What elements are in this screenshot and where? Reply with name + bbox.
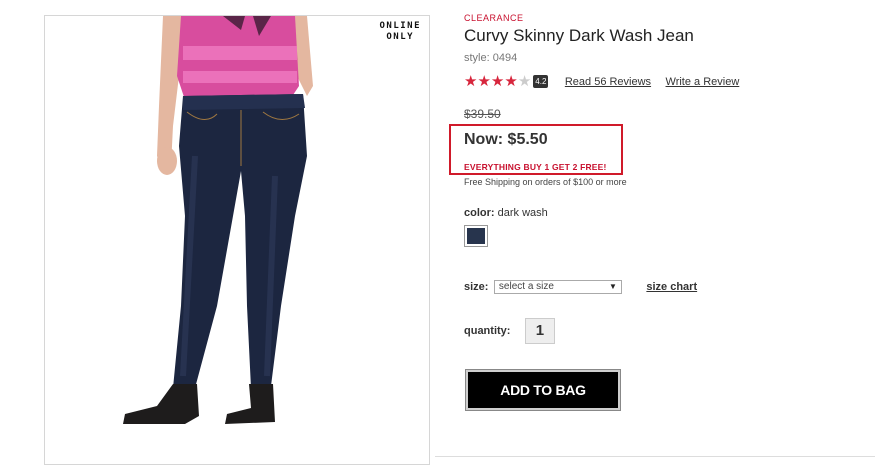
size-row: size: select a size ▼ size chart xyxy=(464,278,697,296)
star-icon: ★ xyxy=(464,73,478,91)
rating-row: ★★★★★ 4.2 Read 56 Reviews Write a Review xyxy=(464,73,739,91)
quantity-input[interactable]: 1 xyxy=(524,318,555,344)
color-label-key: color: xyxy=(464,207,495,219)
write-review-link[interactable]: Write a Review xyxy=(666,76,740,88)
star-icon: ★ xyxy=(504,73,518,91)
star-rating: ★★★★★ xyxy=(464,74,531,89)
add-to-bag-button[interactable]: ADD TO BAG xyxy=(466,370,620,410)
divider xyxy=(435,456,875,457)
size-chart-link[interactable]: size chart xyxy=(646,281,697,293)
star-icon: ★ xyxy=(490,73,505,91)
dropdown-arrow-icon: ▼ xyxy=(609,281,617,291)
original-price: $39.50 xyxy=(464,107,501,121)
badge-line-2: ONLY xyxy=(386,32,415,42)
product-image[interactable]: ONLINE ONLY xyxy=(44,15,430,465)
model-illustration xyxy=(123,16,313,424)
style-number: style: 0494 xyxy=(464,52,518,64)
size-label: size: xyxy=(464,280,489,293)
badge-line-1: ONLINE xyxy=(379,21,421,31)
quantity-row: quantity: 1 xyxy=(464,318,555,344)
swatch-fill xyxy=(467,228,485,244)
sale-price: Now: $5.50 xyxy=(464,131,548,148)
star-empty-icon: ★ xyxy=(517,73,532,91)
clearance-tag: CLEARANCE xyxy=(464,13,524,23)
color-swatch-dark-wash[interactable] xyxy=(464,225,488,247)
read-reviews-link[interactable]: Read 56 Reviews xyxy=(565,76,651,88)
quantity-label: quantity: xyxy=(464,325,511,337)
color-value: dark wash xyxy=(497,207,548,219)
size-select-value: select a size xyxy=(498,280,554,292)
shipping-note: Free Shipping on orders of $100 or more xyxy=(464,177,627,187)
rating-badge: 4.2 xyxy=(533,75,549,89)
size-select[interactable]: select a size ▼ xyxy=(493,279,622,294)
star-icon: ★ xyxy=(477,73,491,91)
color-label: color: dark wash xyxy=(464,207,548,219)
online-only-badge: ONLINE ONLY xyxy=(379,21,421,43)
promo-text: EVERYTHING BUY 1 GET 2 FREE! xyxy=(464,162,607,172)
product-title: Curvy Skinny Dark Wash Jean xyxy=(464,26,694,45)
